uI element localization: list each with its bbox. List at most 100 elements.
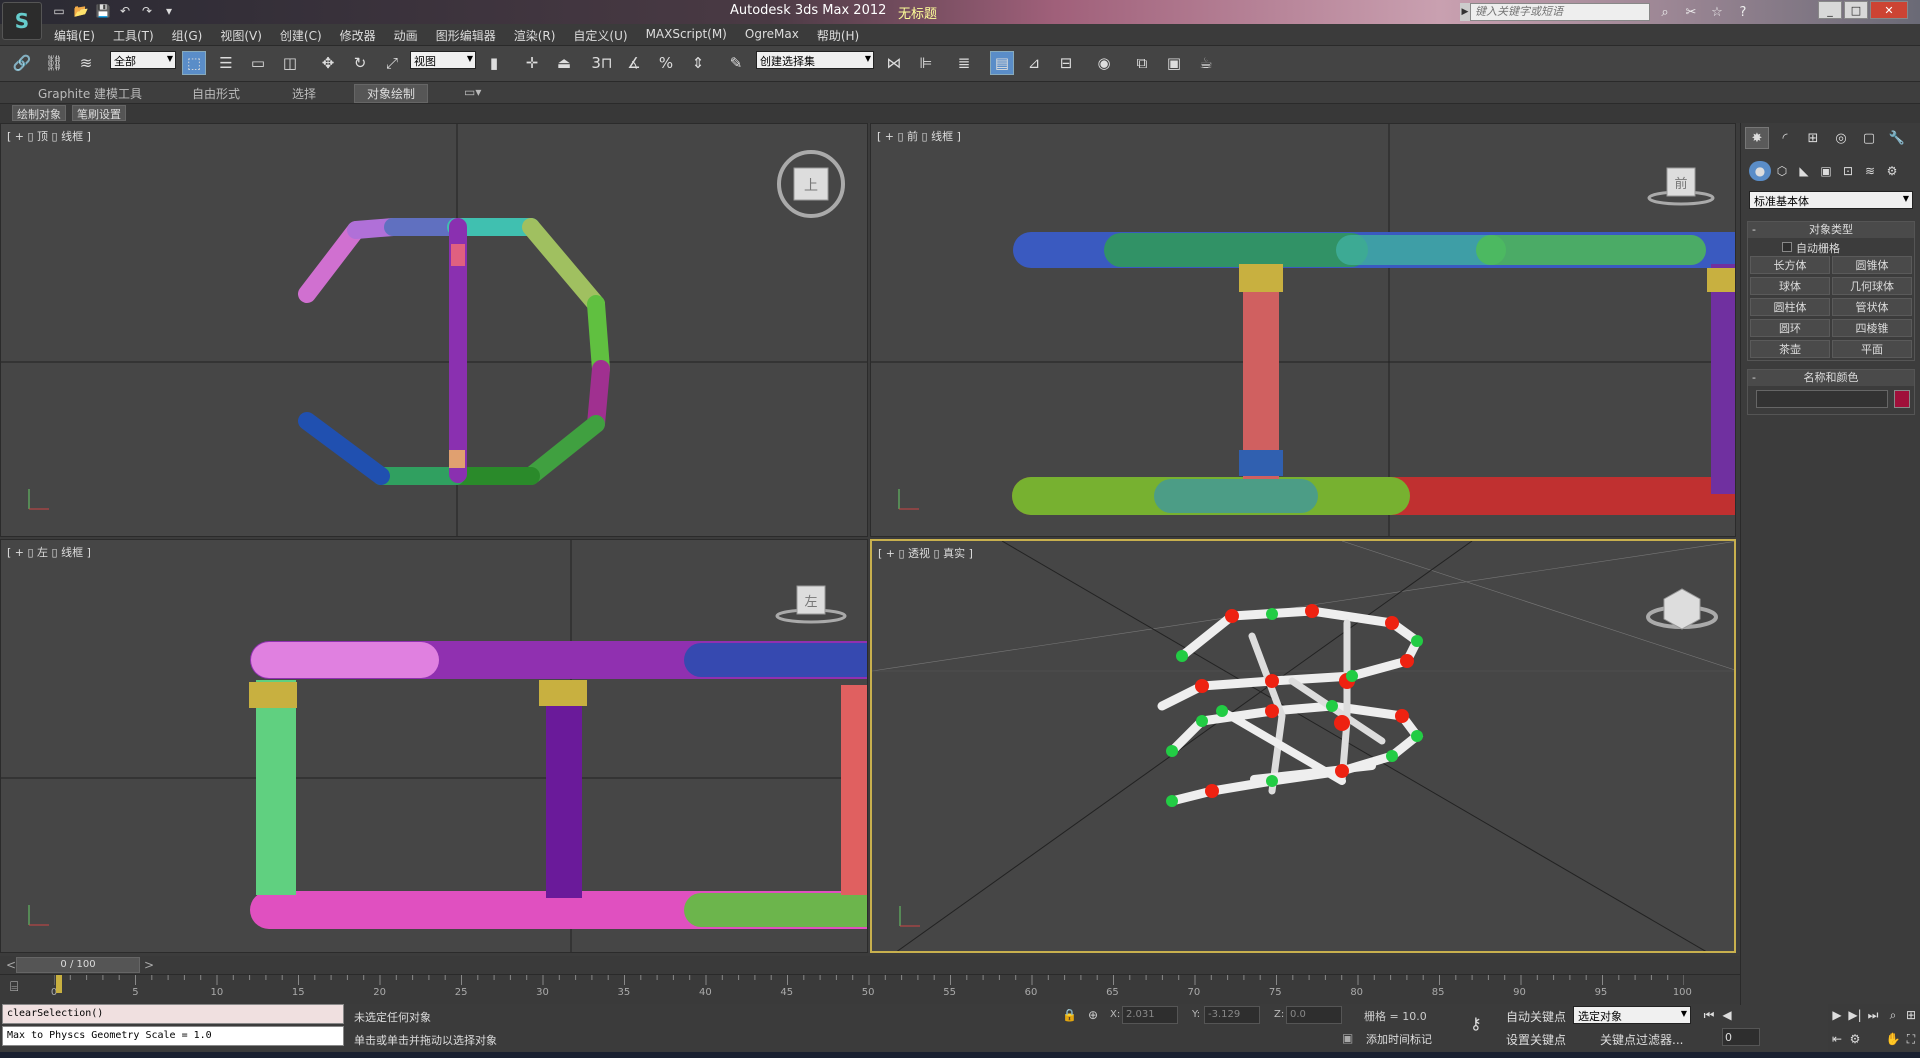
object-category-dropdown[interactable]: 标准基本体	[1749, 191, 1913, 209]
app-logo-button[interactable]: S	[2, 2, 42, 40]
tube-button[interactable]: 管状体	[1832, 298, 1912, 316]
cylinder-button[interactable]: 圆柱体	[1750, 298, 1830, 316]
menu-item[interactable]: 图形编辑器	[436, 27, 496, 44]
menu-item[interactable]: MAXScript(M)	[646, 27, 727, 44]
select-and-move-icon[interactable]: ✥	[316, 51, 340, 75]
search-input[interactable]	[1470, 3, 1650, 21]
auto-key-button[interactable]: 自动关键点	[1506, 1008, 1566, 1025]
curve-editor-icon[interactable]: ⊿	[1022, 51, 1046, 75]
render-setup-icon[interactable]: ⧉	[1130, 51, 1154, 75]
ribbon-options-icon[interactable]: ▭▾	[464, 85, 481, 99]
reference-coordinate-dropdown[interactable]: 视图	[410, 51, 476, 69]
maximize-button[interactable]: □	[1844, 1, 1868, 19]
box-button[interactable]: 长方体	[1750, 256, 1830, 274]
set-key-button[interactable]: 设置关键点	[1506, 1031, 1566, 1048]
star-icon[interactable]: ☆	[1708, 3, 1726, 21]
manipulate-icon[interactable]: ✛	[520, 51, 544, 75]
object-name-field[interactable]	[1756, 390, 1888, 408]
redo-icon[interactable]: ↷	[138, 3, 156, 19]
play-icon[interactable]: ▶	[1828, 1006, 1846, 1024]
geosphere-button[interactable]: 几何球体	[1832, 277, 1912, 295]
menu-item[interactable]: 帮助(H)	[817, 27, 859, 44]
track-bar[interactable]: ⌸ 0 5 10 15 20 25 30 35 40 45 50 55 60 65 70 75 80 85 90 95…	[0, 974, 1740, 1004]
selection-filter-dropdown[interactable]: 全部	[110, 51, 176, 69]
select-and-scale-icon[interactable]: ⤢	[380, 51, 404, 75]
render-production-icon[interactable]: ☕	[1194, 51, 1218, 75]
teapot-button[interactable]: 茶壶	[1750, 340, 1830, 358]
hierarchy-tab-icon[interactable]: ⊞	[1801, 127, 1825, 149]
maximize-viewport-icon[interactable]: ⛶	[1902, 1030, 1920, 1048]
helpers-icon[interactable]: ⊡	[1837, 161, 1859, 181]
viewport-top[interactable]: [ + ▯ 顶 ▯ 线框 ] 上	[0, 123, 868, 537]
autogrid-checkbox[interactable]: 自动栅格	[1782, 240, 1840, 256]
keyboard-shortcut-override-icon[interactable]: ⏏	[552, 51, 576, 75]
pyramid-button[interactable]: 四棱锥	[1832, 319, 1912, 337]
tab-graphite[interactable]: Graphite 建模工具	[38, 85, 142, 102]
align-icon[interactable]: ⊫	[914, 51, 938, 75]
pan-view-icon[interactable]: ✋	[1884, 1030, 1902, 1048]
key-filters-button[interactable]: 关键点过滤器...	[1600, 1031, 1683, 1048]
spinner-snap-icon[interactable]: ⇕	[686, 51, 710, 75]
viewport-top-label[interactable]: [ + ▯ 顶 ▯ 线框 ]	[7, 128, 91, 144]
geometry-icon[interactable]: ●	[1749, 161, 1771, 181]
display-tab-icon[interactable]: ▢	[1857, 127, 1881, 149]
pivot-center-icon[interactable]: ▮	[482, 51, 506, 75]
select-by-name-icon[interactable]: ☰	[214, 51, 238, 75]
select-object-icon[interactable]: ⬚	[182, 51, 206, 75]
help-icon[interactable]: ?	[1734, 3, 1752, 21]
y-coordinate-field[interactable]: -3.129	[1204, 1006, 1260, 1024]
percent-snap-icon[interactable]: %	[654, 51, 678, 75]
set-key-icon[interactable]: ⚷	[1470, 1014, 1482, 1033]
zoom-icon[interactable]: ⌕	[1884, 1006, 1902, 1024]
cameras-icon[interactable]: ▣	[1815, 161, 1837, 181]
tab-freeform[interactable]: 自由形式	[192, 85, 240, 102]
zoom-all-icon[interactable]: ⊞	[1902, 1006, 1920, 1024]
systems-icon[interactable]: ⚙	[1881, 161, 1903, 181]
graphite-toggle-icon[interactable]: ▤	[990, 51, 1014, 75]
menu-item[interactable]: 创建(C)	[280, 27, 322, 44]
maxscript-listener-line2[interactable]: Max to Physcs Geometry Scale = 1.0	[2, 1026, 344, 1046]
tools-icon[interactable]: ✂	[1682, 3, 1700, 21]
key-mode-dropdown[interactable]: 选定对象	[1573, 1006, 1691, 1024]
lock-selection-icon[interactable]: 🔒	[1062, 1008, 1077, 1022]
utilities-tab-icon[interactable]: 🔧	[1885, 127, 1909, 149]
cone-button[interactable]: 圆锥体	[1832, 256, 1912, 274]
select-and-rotate-icon[interactable]: ↻	[348, 51, 372, 75]
menu-item[interactable]: 视图(V)	[220, 27, 262, 44]
new-file-icon[interactable]: ▭	[50, 3, 68, 19]
torus-button[interactable]: 圆环	[1750, 319, 1830, 337]
bind-space-warp-icon[interactable]: ≋	[74, 51, 98, 75]
close-button[interactable]: ✕	[1870, 1, 1908, 19]
viewport-perspective[interactable]: [ + ▯ 透视 ▯ 真实 ]	[870, 539, 1736, 953]
customize-icon[interactable]: ▾	[160, 3, 178, 19]
sphere-button[interactable]: 球体	[1750, 277, 1830, 295]
layer-manager-icon[interactable]: ≣	[952, 51, 976, 75]
rendered-frame-icon[interactable]: ▣	[1162, 51, 1186, 75]
add-time-tag-icon[interactable]: ▣	[1342, 1031, 1353, 1045]
snaps-toggle-icon[interactable]: 3 ⊓	[590, 51, 614, 75]
time-slider[interactable]: < 0 / 100 >	[0, 956, 1740, 974]
viewcube-top[interactable]: 上	[777, 150, 845, 218]
frame-ruler[interactable]: 0 5 10 15 20 25 30 35 40 45 50 55 60 65 70 75 80 85 90 95 10…	[51, 975, 1692, 1005]
go-to-start-icon[interactable]: ⏮	[1700, 1006, 1718, 1024]
select-and-link-icon[interactable]: 🔗	[10, 51, 34, 75]
rollout-object-type-header[interactable]: 对象类型	[1748, 222, 1914, 238]
menu-item[interactable]: 修改器	[340, 27, 376, 44]
absolute-mode-icon[interactable]: ⊕	[1088, 1008, 1098, 1022]
schematic-view-icon[interactable]: ⊟	[1054, 51, 1078, 75]
previous-frame-icon[interactable]: ◀	[1718, 1006, 1736, 1024]
add-time-tag[interactable]: 添加时间标记	[1366, 1031, 1432, 1047]
brush-settings-button[interactable]: 笔刷设置	[72, 105, 126, 121]
menu-item[interactable]: 工具(T)	[113, 27, 154, 44]
menu-item[interactable]: 自定义(U)	[573, 27, 627, 44]
time-prev-button[interactable]: <	[6, 958, 16, 972]
viewport-persp-label[interactable]: [ + ▯ 透视 ▯ 真实 ]	[878, 545, 973, 561]
unlink-icon[interactable]: ⛓	[42, 51, 66, 75]
plane-button[interactable]: 平面	[1832, 340, 1912, 358]
menu-item[interactable]: 组(G)	[172, 27, 203, 44]
lights-icon[interactable]: ◣	[1793, 161, 1815, 181]
menu-item[interactable]: 渲染(R)	[514, 27, 556, 44]
save-icon[interactable]: 💾	[94, 3, 112, 19]
shapes-icon[interactable]: ⬡	[1771, 161, 1793, 181]
menu-item[interactable]: 编辑(E)	[54, 27, 95, 44]
